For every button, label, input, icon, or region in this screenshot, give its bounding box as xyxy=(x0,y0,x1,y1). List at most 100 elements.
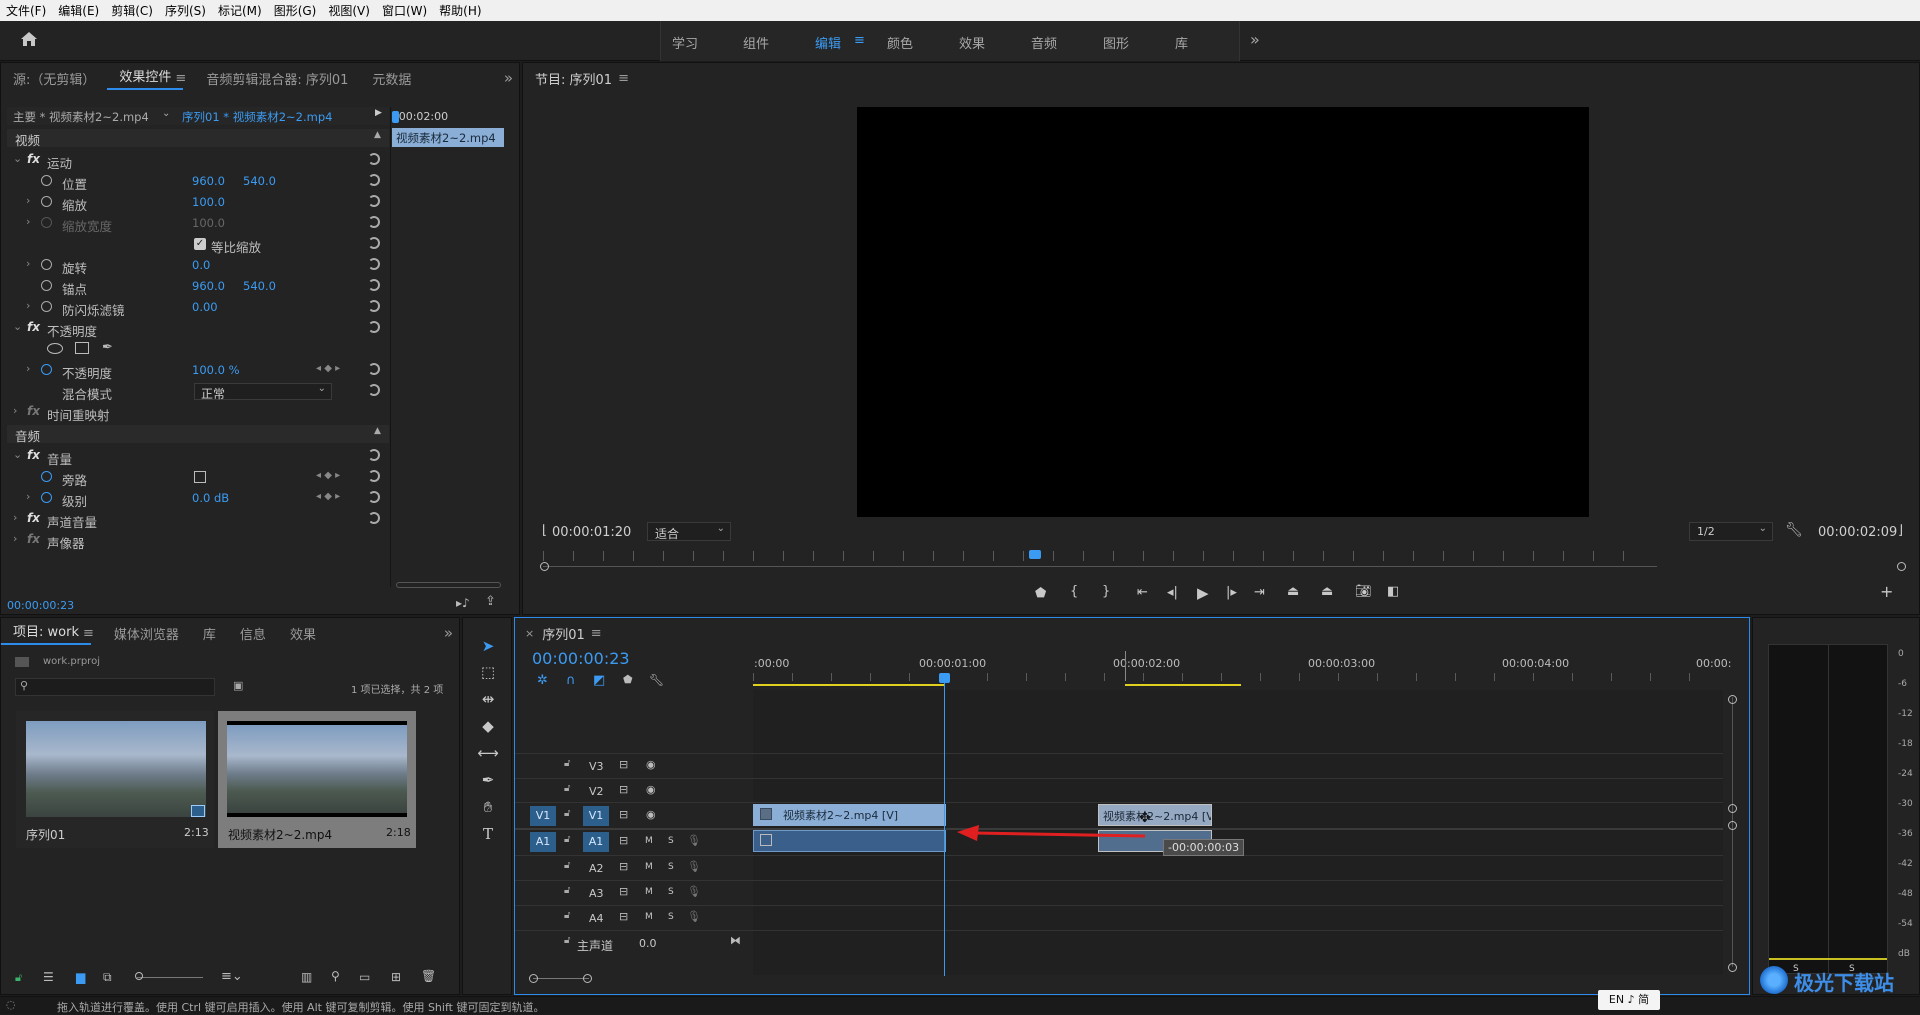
selection-tool-icon[interactable]: ➤ xyxy=(476,637,500,659)
go-to-out-icon[interactable]: ⇥ xyxy=(1254,585,1265,600)
anchor-y-value[interactable]: 540.0 xyxy=(243,279,276,293)
menu-graphics[interactable]: 图形(G) xyxy=(268,2,323,19)
tab-info[interactable]: 信息 xyxy=(228,624,278,643)
ime-indicator[interactable]: EN ♪ 简 xyxy=(1598,990,1660,1010)
microphone-icon[interactable]: 🎙︎ xyxy=(687,834,701,847)
microphone-icon[interactable]: 🎙︎ xyxy=(687,885,701,898)
lock-icon[interactable]: 🔓︎ xyxy=(564,834,570,845)
keyframe-nav-icon[interactable]: ◂ ◆ ▸ xyxy=(316,363,340,374)
tab-libraries[interactable]: 库 xyxy=(191,624,228,643)
project-search-input[interactable]: ⚲ xyxy=(15,678,215,696)
rectangle-mask-icon[interactable] xyxy=(75,342,89,354)
time-remap-row[interactable]: › fx 时间重映射 xyxy=(1,402,391,423)
freeform-view-icon[interactable]: ⧉ xyxy=(103,970,112,985)
ripple-edit-tool-icon[interactable]: ⇹ xyxy=(476,690,500,712)
reset-icon[interactable] xyxy=(368,384,380,396)
mute-button[interactable]: M xyxy=(645,912,653,922)
export-icon[interactable]: ⇪ xyxy=(485,594,496,609)
program-timecode-left[interactable]: 00:00:01:20 xyxy=(552,525,631,540)
linked-selection-icon[interactable]: ◩ xyxy=(593,673,605,688)
find-icon[interactable]: ⚲ xyxy=(331,969,340,983)
mute-button[interactable]: M xyxy=(645,836,653,846)
chevron-down-icon[interactable]: ⌄ xyxy=(162,108,170,119)
tab-media-browser[interactable]: 媒体浏览器 xyxy=(102,624,191,643)
mute-button[interactable]: M xyxy=(645,862,653,872)
channel-volume-row[interactable]: › fx 声道音量 xyxy=(1,509,391,530)
menu-view[interactable]: 视图(V) xyxy=(322,2,376,19)
reset-icon[interactable] xyxy=(368,153,380,165)
mark-out-icon[interactable]: } xyxy=(1102,584,1110,599)
hscroll-handle[interactable] xyxy=(583,974,592,983)
tab-effect-controls[interactable]: 效果控件 xyxy=(107,66,184,90)
opacity-value[interactable]: 100.0 % xyxy=(192,363,240,377)
new-item-icon[interactable]: ⊞ xyxy=(391,970,401,984)
keyframe-nav-icon[interactable]: ◂ ◆ ▸ xyxy=(316,491,340,502)
trash-icon[interactable]: 🗑︎ xyxy=(421,969,436,983)
add-button-icon[interactable]: + xyxy=(1880,582,1893,601)
filter-audio-icon[interactable]: ▸♪ xyxy=(456,596,470,610)
menu-file[interactable]: 文件(F) xyxy=(0,2,52,19)
workspace-assembly[interactable]: 组件 xyxy=(743,33,769,52)
source-patch-v1[interactable]: V1 xyxy=(530,806,556,826)
position-x-value[interactable]: 960.0 xyxy=(192,174,225,188)
sync-lock-icon[interactable]: ⊟ xyxy=(619,885,628,898)
ellipse-mask-icon[interactable] xyxy=(47,343,63,354)
menu-sequence[interactable]: 序列(S) xyxy=(159,2,212,19)
master-track-value[interactable]: 0.0 xyxy=(639,937,657,950)
tab-menu-icon[interactable]: ≡ xyxy=(175,71,186,86)
program-video-frame[interactable] xyxy=(857,107,1589,517)
timeline-menu-icon[interactable]: ≡ xyxy=(591,626,602,641)
reset-icon[interactable] xyxy=(368,363,380,375)
zoom-slider-handle[interactable] xyxy=(135,972,143,980)
sync-lock-icon[interactable]: ⊟ xyxy=(619,783,628,796)
step-forward-icon[interactable]: |▸ xyxy=(1226,585,1237,600)
blend-mode-select[interactable]: 正常 ⌄ xyxy=(194,383,332,401)
program-title[interactable]: 节目: 序列01 xyxy=(523,69,624,88)
slip-tool-icon[interactable]: ⟷ xyxy=(476,744,500,766)
stopwatch-icon[interactable] xyxy=(41,364,52,375)
program-scrollbar[interactable] xyxy=(543,566,1657,567)
timeline-timecode[interactable]: 00:00:00:23 xyxy=(532,649,630,668)
workspace-audio[interactable]: 音频 xyxy=(1031,33,1057,52)
lock-icon[interactable]: 🔓︎ xyxy=(564,783,570,794)
workspace-effects[interactable]: 效果 xyxy=(959,33,985,52)
program-playhead[interactable] xyxy=(1029,550,1041,559)
microphone-icon[interactable]: 🎙︎ xyxy=(687,910,701,923)
track-a4-label[interactable]: A4 xyxy=(589,912,604,925)
menu-edit[interactable]: 编辑(E) xyxy=(52,2,105,19)
workspace-editing[interactable]: 编辑 xyxy=(815,33,841,52)
reset-icon[interactable] xyxy=(368,258,380,270)
pen-mask-icon[interactable]: ✒ xyxy=(102,340,113,355)
keyframe-nav-icon[interactable]: ◂ ◆ ▸ xyxy=(316,470,340,481)
reset-icon[interactable] xyxy=(368,449,380,461)
collapse-up-icon[interactable]: ▲ xyxy=(374,130,381,140)
lock-icon[interactable]: 🔓︎ xyxy=(15,971,22,985)
lock-icon[interactable]: 🔓︎ xyxy=(564,885,570,896)
scroll-handle-left[interactable] xyxy=(540,562,549,571)
add-marker-icon[interactable]: ⬟ xyxy=(1035,586,1046,601)
home-icon[interactable] xyxy=(20,31,38,47)
track-v3-label[interactable]: V3 xyxy=(589,760,604,773)
uniform-scale-checkbox[interactable]: ✓ xyxy=(194,238,206,250)
workspace-learn[interactable]: 学习 xyxy=(672,33,698,52)
master-clip-label[interactable]: 主要 * 视频素材2~2.mp4 xyxy=(13,109,149,125)
mini-timeline-scrollbar[interactable] xyxy=(396,582,501,588)
timeline-ruler[interactable] xyxy=(753,673,1723,681)
timeline-clip-a1[interactable] xyxy=(753,830,946,852)
menu-clip[interactable]: 剪辑(C) xyxy=(105,2,159,19)
vscroll-handle[interactable] xyxy=(1728,804,1737,813)
mini-playhead[interactable] xyxy=(392,111,399,123)
type-tool-icon[interactable]: T xyxy=(476,825,500,847)
stopwatch-icon[interactable] xyxy=(41,492,52,503)
reset-icon[interactable] xyxy=(368,174,380,186)
effect-motion-row[interactable]: ⌄ fx 运动 xyxy=(1,150,391,171)
workspace-libraries[interactable]: 库 xyxy=(1175,33,1188,52)
effect-controls-timecode[interactable]: 00:00:00:23 xyxy=(7,599,74,612)
menu-marker[interactable]: 标记(M) xyxy=(212,2,268,19)
timeline-horizontal-scrollbar[interactable] xyxy=(533,978,589,979)
tab-source[interactable]: 源:（无剪辑） xyxy=(1,69,107,88)
track-select-tool-icon[interactable]: ⬚ xyxy=(476,663,500,685)
reset-icon[interactable] xyxy=(368,279,380,291)
play-icon[interactable]: ▶ xyxy=(1197,584,1209,602)
timeline-vertical-scrollbar[interactable] xyxy=(1732,697,1733,967)
